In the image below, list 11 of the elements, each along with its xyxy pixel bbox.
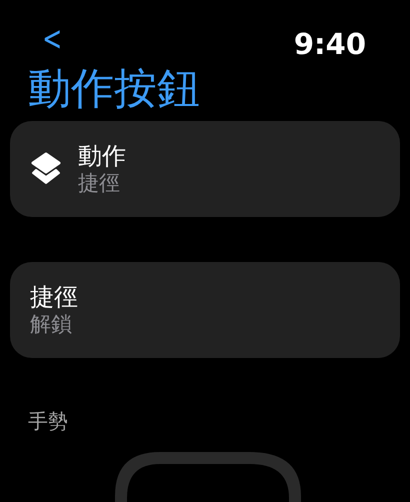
row-title: 捷徑 (30, 283, 78, 312)
time: 9:40 (294, 30, 366, 59)
row-title: 動作 (78, 142, 126, 171)
back-button[interactable]: < (42, 22, 62, 56)
section-header: 手勢 (28, 408, 69, 435)
settings-row[interactable]: 動作 捷徑 (10, 121, 400, 217)
row-subtitle: 捷徑 (78, 170, 121, 196)
page-title: 動作按鈕 (28, 68, 201, 111)
settings-row[interactable]: 捷徑 解鎖 (10, 262, 400, 358)
row-subtitle: 解鎖 (30, 312, 73, 337)
layers-icon (30, 152, 62, 186)
